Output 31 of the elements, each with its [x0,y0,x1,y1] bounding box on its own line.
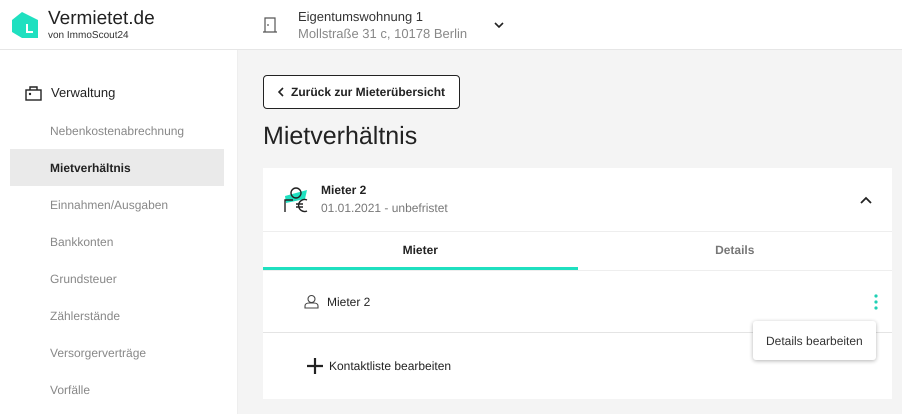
sidebar-item[interactable]: Bankkonten [10,223,224,260]
property-title: Eigentumswohnung 1 [298,8,424,24]
door-icon [263,16,277,32]
sidebar-item[interactable]: Nebenkostenabrechnung [10,112,224,149]
sidebar-item[interactable]: Zählerstände [10,297,224,334]
property-address: Mollstraße 31 c, 10178 Berlin [298,24,468,42]
brand-name: Vermietet.de [48,8,155,30]
briefcase-icon [25,86,42,100]
tenant-euro-icon [283,186,310,214]
back-button[interactable]: Zurück zur Mieterübersicht [263,75,460,109]
edit-contacts-button[interactable]: Kontaktliste bearbeiten [306,357,452,375]
tab[interactable]: Details [578,232,892,270]
tenancy-name: Mieter 2 [321,182,368,199]
sidebar-item[interactable]: Versorgerverträge [10,334,224,371]
person-icon [304,294,319,309]
plus-icon [306,357,324,375]
sidebar-item[interactable]: Vorfälle [10,371,224,408]
page-title: Mietverhältnis [263,121,418,151]
tab[interactable]: Mieter [263,232,578,270]
section-heading: Verwaltung [51,84,116,102]
sidebar-item[interactable]: Grundsteuer [10,260,224,297]
sidebar-item[interactable]: Einnahmen/Ausgaben [10,186,224,223]
tenant-name: Mieter 2 [327,294,370,310]
chevron-up-icon[interactable] [860,196,872,204]
sidebar-item[interactable]: Mietverhältnis [10,149,224,186]
chevron-left-icon [278,87,284,97]
menu-item[interactable]: Details bearbeiten [753,323,876,358]
brand-tagline: von ImmoScout24 [48,30,130,42]
chevron-down-icon[interactable] [494,22,504,28]
tenancy-period: 01.01.2021 - unbefristet [321,200,448,217]
logo-icon [10,10,40,40]
